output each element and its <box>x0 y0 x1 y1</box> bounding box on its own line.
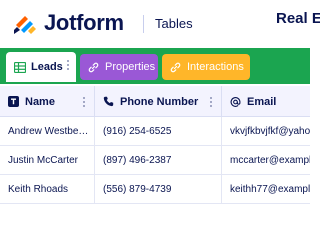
cell-email[interactable]: mccarter@exampl <box>222 146 310 175</box>
column-phone-more-icon[interactable] <box>210 97 213 107</box>
tab-properties-label: Properties <box>105 61 156 73</box>
table-row[interactable]: Justin McCarter (897) 496-2387 mccarter@… <box>0 146 310 175</box>
data-table: Name Phone Number Email Andrew Westbe… (… <box>0 86 310 204</box>
cell-name[interactable]: Justin McCarter <box>0 146 95 175</box>
column-header-email-label: Email <box>247 95 277 108</box>
header-divider <box>143 15 144 33</box>
column-header-name-label: Name <box>25 95 55 108</box>
cell-email[interactable]: vkvjfkbvjfkf@yaho <box>222 117 310 146</box>
cell-phone[interactable]: (897) 496-2387 <box>95 146 222 175</box>
table-row[interactable]: Keith Rhoads (556) 879-4739 keithh77@exa… <box>0 175 310 204</box>
tab-interactions-label: Interactions <box>187 61 244 73</box>
jotform-logo-icon[interactable] <box>12 10 38 36</box>
at-sign-icon <box>230 96 241 107</box>
link-icon <box>88 62 99 72</box>
cell-email[interactable]: keithh77@exampl <box>222 175 310 204</box>
product-name: Tables <box>155 16 193 31</box>
tab-interactions[interactable]: Interactions <box>162 54 250 80</box>
text-type-icon <box>8 96 19 107</box>
table-row[interactable]: Andrew Westbe… (916) 254-6525 vkvjfkbvjf… <box>0 117 310 146</box>
column-name-more-icon[interactable] <box>83 97 86 107</box>
cell-phone[interactable]: (916) 254-6525 <box>95 117 222 146</box>
tab-bar: Leads Properties Interactions <box>0 48 310 84</box>
brand-name[interactable]: Jotform <box>44 10 124 36</box>
column-header-phone-label: Phone Number <box>120 95 199 108</box>
tab-leads-more-icon[interactable] <box>67 60 70 70</box>
tab-leads-label: Leads <box>31 61 63 73</box>
link-icon <box>170 62 181 72</box>
tab-leads[interactable]: Leads <box>6 52 76 82</box>
cell-phone[interactable]: (556) 879-4739 <box>95 175 222 204</box>
table-title[interactable]: Real E <box>276 10 320 28</box>
column-header-phone[interactable]: Phone Number <box>95 86 222 117</box>
cell-name[interactable]: Keith Rhoads <box>0 175 95 204</box>
column-header-email[interactable]: Email <box>222 86 320 117</box>
cell-name[interactable]: Andrew Westbe… <box>0 117 95 146</box>
table-header: Name Phone Number Email <box>0 86 310 117</box>
tab-properties[interactable]: Properties <box>80 54 158 80</box>
grid-table-icon <box>14 61 26 73</box>
phone-icon <box>103 96 114 107</box>
column-header-name[interactable]: Name <box>0 86 95 117</box>
app-header: Jotform Tables Real E <box>0 0 320 48</box>
